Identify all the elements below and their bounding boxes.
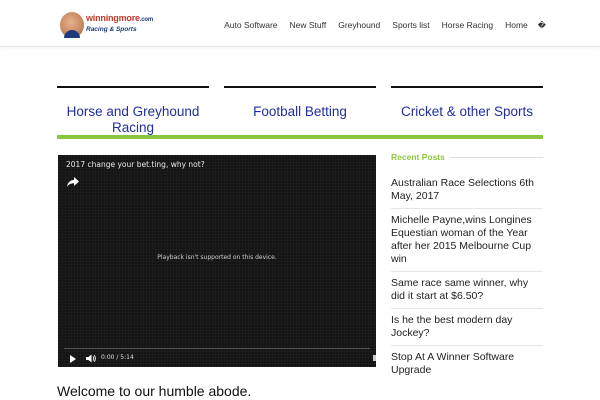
main-nav: Auto Software New Stuff Greyhound Sports… xyxy=(212,20,546,30)
logo-tagline: Racing & Sports xyxy=(86,26,137,33)
video-player[interactable]: 2017 change your bet.ting, why not? Play… xyxy=(58,155,376,367)
nav-missing-glyph-icon[interactable]: � xyxy=(538,21,546,30)
site-header: winningmore.com Racing & Sports Auto Sof… xyxy=(0,0,600,47)
nav-auto-software[interactable]: Auto Software xyxy=(224,20,277,30)
nav-horse-racing[interactable]: Horse Racing xyxy=(442,20,494,30)
logo-wordmark: winningmore.com xyxy=(86,13,154,23)
recent-post-link[interactable]: Michelle Payne,wins Longines Equestian w… xyxy=(391,209,543,272)
category-links: Horse and Greyhound Racing Football Bett… xyxy=(57,86,543,138)
nav-home[interactable]: Home xyxy=(505,20,528,30)
recent-post-link[interactable]: Stop At A Winner Software Upgrade xyxy=(391,346,543,382)
category-football[interactable]: Football Betting xyxy=(224,86,376,120)
video-controls: 0:00 / 5:14 xyxy=(58,345,376,367)
site-logo[interactable]: winningmore.com Racing & Sports xyxy=(60,12,153,38)
video-background xyxy=(58,155,376,367)
more-controls-icon[interactable] xyxy=(373,355,376,361)
nav-sports-list[interactable]: Sports list xyxy=(392,20,429,30)
nav-greyhound[interactable]: Greyhound xyxy=(338,20,380,30)
category-cricket[interactable]: Cricket & other Sports xyxy=(391,86,543,120)
green-divider xyxy=(57,135,543,139)
recent-post-link[interactable]: Is he the best modern day Jockey? xyxy=(391,309,543,346)
video-title[interactable]: 2017 change your bet.ting, why not? xyxy=(66,160,205,169)
playback-message: Playback isn't supported on this device. xyxy=(157,254,277,261)
logo-avatar-icon xyxy=(60,12,84,38)
welcome-heading: Welcome to our humble abode. xyxy=(57,383,252,399)
recent-posts-widget: Recent Posts Australian Race Selections … xyxy=(391,152,543,382)
recent-posts-heading: Recent Posts xyxy=(391,152,543,162)
volume-icon[interactable] xyxy=(86,354,96,363)
recent-post-link[interactable]: Same race same winner, why did it start … xyxy=(391,272,543,309)
share-icon[interactable] xyxy=(67,177,79,187)
play-icon[interactable] xyxy=(70,355,76,363)
recent-post-link[interactable]: Australian Race Selections 6th May, 2017 xyxy=(391,172,543,209)
nav-new-stuff[interactable]: New Stuff xyxy=(290,20,327,30)
progress-bar[interactable] xyxy=(64,348,370,349)
category-horse-greyhound[interactable]: Horse and Greyhound Racing xyxy=(57,86,209,136)
video-time: 0:00 / 5:14 xyxy=(101,354,134,361)
recent-posts-list: Australian Race Selections 6th May, 2017… xyxy=(391,172,543,382)
